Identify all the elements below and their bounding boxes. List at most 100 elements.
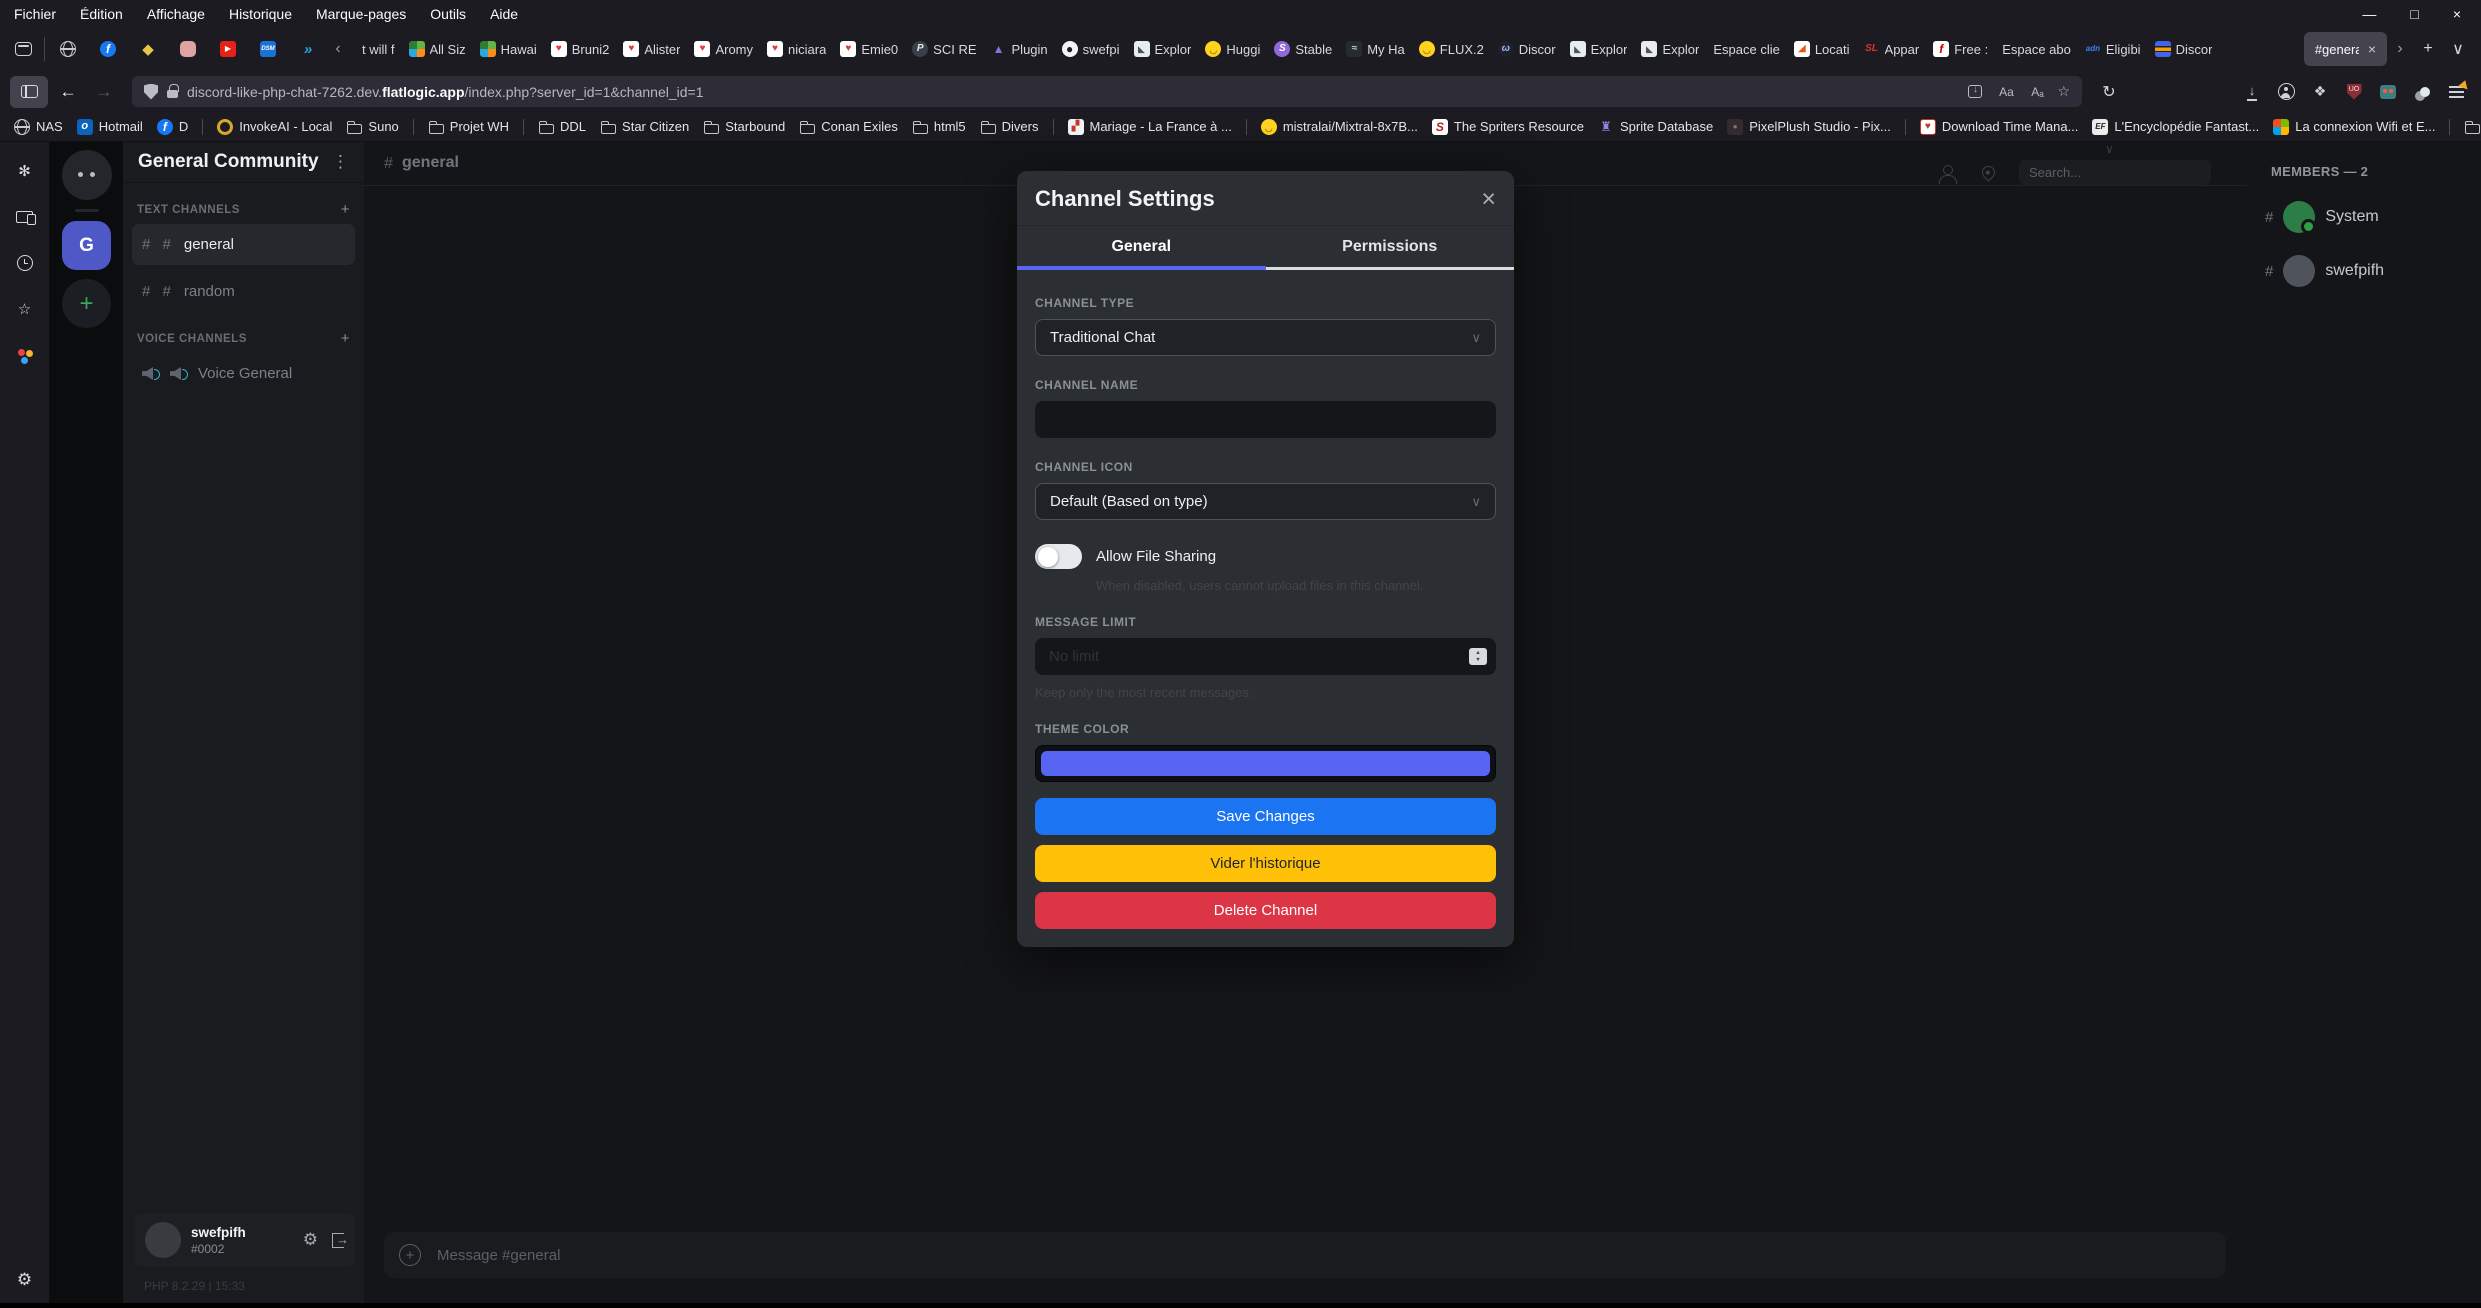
new-tab-button[interactable]: + [2413,32,2443,66]
tracking-protection-shield-icon[interactable] [144,84,158,100]
browser-tab[interactable]: Alister [616,31,687,67]
server-icon-general-community[interactable]: G [62,221,111,270]
reload-button[interactable]: ↻ [2094,82,2124,102]
profiles-icon[interactable] [12,342,38,368]
browser-tab[interactable]: Plugin [984,31,1055,67]
account-button[interactable] [2271,76,2301,108]
channel-icon-select[interactable]: Default (Based on type) ∨ [1035,483,1496,520]
ai-chatbot-icon[interactable]: ✻ [12,158,38,184]
menu-outils[interactable]: Outils [430,6,466,22]
message-input-placeholder[interactable]: Message #general [437,1247,560,1264]
user-avatar[interactable] [145,1222,181,1258]
bookmark-item[interactable]: L'Encyclopédie Fantast... [2092,119,2259,135]
bookmark-item[interactable]: html5 [912,119,966,135]
logout-icon[interactable] [332,1233,344,1248]
bookmark-item[interactable]: DDL [538,119,586,135]
pinned-messages-icon[interactable] [1979,163,1997,181]
pinned-tab[interactable] [211,32,245,66]
pinned-tab[interactable] [131,32,165,66]
browser-tab[interactable]: Huggi [1198,31,1267,67]
tab-permissions[interactable]: Permissions [1266,226,1515,270]
menu-fichier[interactable]: Fichier [14,6,56,22]
add-text-channel-button[interactable]: + [341,201,350,218]
menu-marque-pages[interactable]: Marque-pages [316,6,406,22]
browser-tab[interactable]: Free : [1926,31,1995,67]
pinned-tab[interactable] [291,32,325,66]
translate-icon[interactable] [1995,85,2017,99]
member-row-swefpifh[interactable]: # swefpifh [2265,255,2481,287]
back-button[interactable]: ← [52,82,84,102]
number-stepper[interactable]: ▲ ▼ [1469,648,1487,665]
stepper-down-icon[interactable]: ▼ [1475,657,1480,664]
add-voice-channel-button[interactable]: + [341,330,350,347]
synced-tabs-icon[interactable] [12,204,38,230]
theme-color-picker[interactable] [1035,745,1496,782]
bookmark-item[interactable]: InvokeAI - Local [217,119,332,135]
tab-scroll-right-button[interactable]: › [2387,40,2413,58]
window-close-button[interactable]: × [2453,6,2461,22]
bookmark-item[interactable]: Projet WH [428,119,509,135]
add-server-button[interactable]: + [62,279,111,328]
browser-tab[interactable]: Aromy [687,31,760,67]
browser-tab[interactable]: t will f [355,31,402,67]
save-page-icon[interactable] [1964,85,1986,98]
ublock-extension-button[interactable]: UO [2339,76,2369,108]
pinned-tab[interactable] [91,32,125,66]
browser-tab[interactable]: niciara [760,31,833,67]
attach-plus-icon[interactable]: + [399,1244,421,1266]
browser-tab[interactable]: All Siz [402,31,473,67]
active-tab[interactable]: #genera × [2304,32,2387,66]
browser-tab[interactable]: Explor [1127,31,1199,67]
bookmark-item[interactable]: Conan Exiles [799,119,898,135]
channel-type-select[interactable]: Traditional Chat ∨ [1035,319,1496,356]
member-row-system[interactable]: # System [2265,201,2481,233]
url-bar[interactable]: discord-like-php-chat-7262.dev.flatlogic… [132,76,2082,107]
bookmark-item[interactable]: The Spriters Resource [1432,119,1584,135]
browser-tab[interactable]: Eligibi [2078,31,2148,67]
bookmark-item[interactable]: Sprite Database [1598,119,1713,135]
delete-channel-button[interactable]: Delete Channel [1035,892,1496,929]
tab-close-icon[interactable]: × [2368,41,2376,57]
customize-sidebar-gear-icon[interactable]: ⚙ [12,1267,38,1293]
extensions-button[interactable]: ❖ [2305,76,2335,108]
browser-tab[interactable]: Stable [1267,31,1339,67]
bookmark-item[interactable]: La connexion Wifi et E... [2273,119,2435,135]
menu-édition[interactable]: Édition [80,6,123,22]
file-sharing-toggle[interactable] [1035,544,1082,569]
clear-history-button[interactable]: Vider l'historique [1035,845,1496,882]
channel-item-random[interactable]: # # random [132,271,355,312]
bookmark-item[interactable]: D [157,119,188,135]
stepper-up-icon[interactable]: ▲ [1475,650,1480,657]
save-changes-button[interactable]: Save Changes [1035,798,1496,835]
tab-general[interactable]: General [1017,226,1266,270]
pinned-tab[interactable] [51,32,85,66]
browser-tab[interactable]: SCI RE [905,31,983,67]
bookmark-item[interactable]: mistralai/Mixtral-8x7B... [1261,119,1418,135]
browser-tab[interactable]: Espace clie [1706,31,1786,67]
browser-tab[interactable]: My Ha [1339,31,1412,67]
browser-tab[interactable]: Appar [1857,31,1927,67]
list-all-tabs-button[interactable]: ∨ [2443,32,2473,66]
bookmark-item[interactable]: PixelPlush Studio - Pix... [1727,119,1891,135]
browser-tab[interactable]: FLUX.2 [1412,31,1491,67]
browser-tab[interactable]: swefpi [1055,31,1127,67]
window-minimize-button[interactable]: — [2362,6,2376,22]
bookmark-star-icon[interactable]: ☆ [2057,83,2070,100]
browser-tab[interactable]: Explor [1634,31,1706,67]
browser-tab[interactable]: Discor [1491,31,1563,67]
sidebar-toggle-button[interactable] [10,76,48,108]
bookmark-item[interactable]: Divers [2464,119,2481,135]
bookmark-item[interactable]: Mariage - La France à ... [1068,119,1232,135]
browser-tab[interactable]: Espace abo [1995,31,2078,67]
pinned-tab[interactable] [251,32,285,66]
menu-aide[interactable]: Aide [490,6,518,22]
bookmark-item[interactable]: Suno [346,119,398,135]
bookmark-item[interactable]: Divers [980,119,1039,135]
server-menu-icon[interactable]: ⋮ [332,152,349,172]
close-icon[interactable]: × [1481,187,1496,212]
menu-button[interactable] [2441,76,2471,108]
menu-historique[interactable]: Historique [229,6,292,22]
bookmark-item[interactable]: Starbound [703,119,785,135]
channel-name-input[interactable] [1035,401,1496,438]
history-icon[interactable] [12,250,38,276]
